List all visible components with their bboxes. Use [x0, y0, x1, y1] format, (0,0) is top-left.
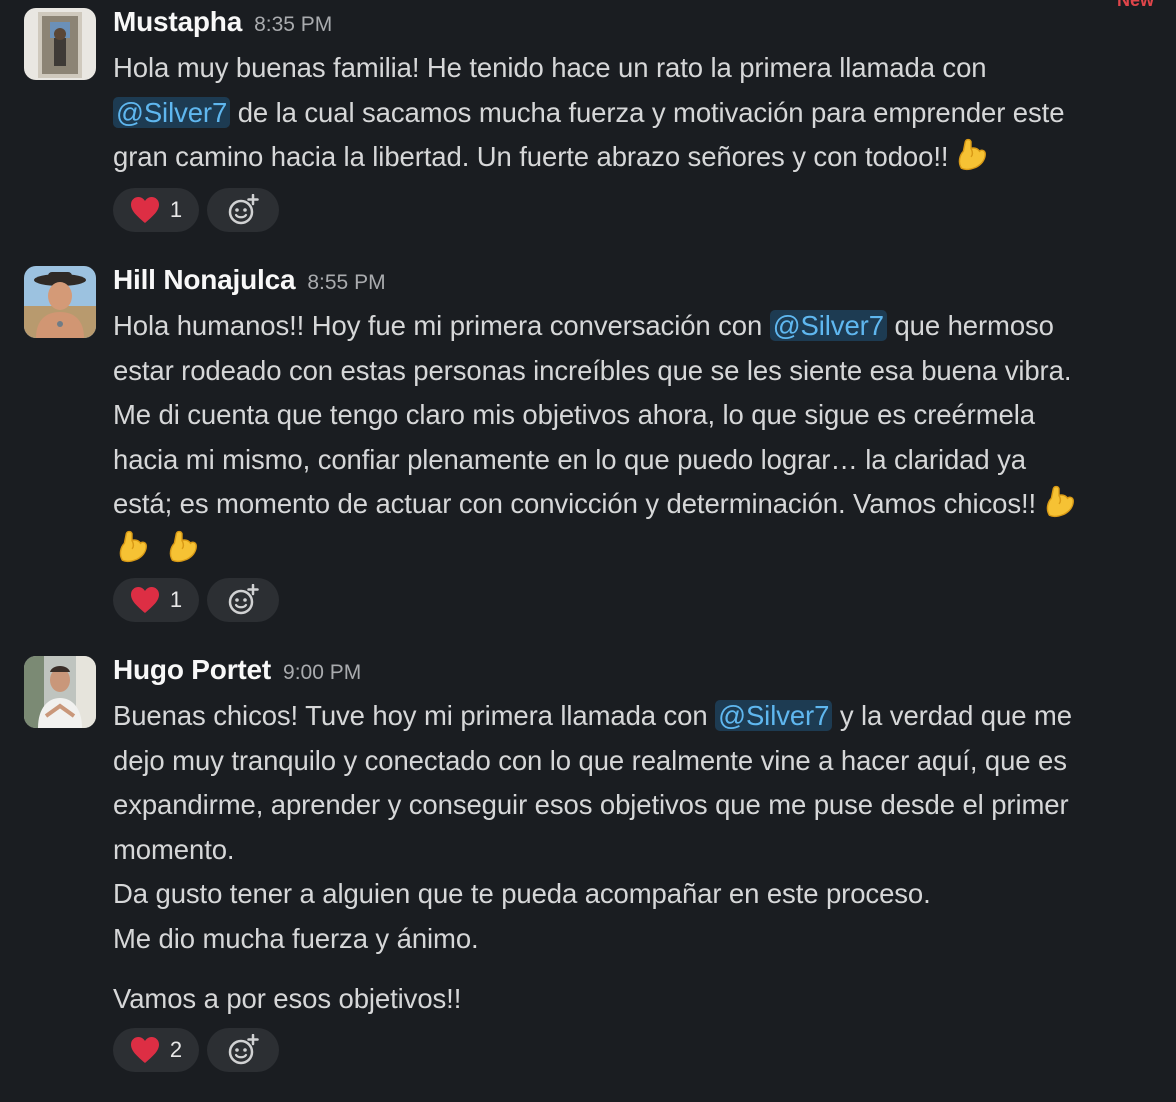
message-hugo-portet[interactable]: Hugo Portet 9:00 PM Buenas chicos! Tuve h…: [0, 648, 1176, 1088]
reaction-count: 2: [169, 1037, 183, 1062]
add-reaction-icon: [227, 194, 259, 226]
red-heart-icon: [130, 1036, 160, 1064]
author-name[interactable]: Hill Nonajulca: [113, 264, 296, 295]
avatar[interactable]: [24, 8, 96, 80]
mention-link[interactable]: @Silver7: [715, 700, 833, 731]
red-heart-icon: [130, 586, 160, 614]
flexed-biceps-icon: [113, 528, 151, 566]
add-reaction-button[interactable]: [207, 578, 279, 622]
add-reaction-icon: [227, 1034, 259, 1066]
message-feed: New Mustapha 8:35 PM Hola muy buenas fami…: [0, 0, 1176, 1102]
message-mustapha[interactable]: Mustapha 8:35 PM Hola muy buenas familia!…: [0, 0, 1176, 250]
flexed-biceps-icon: [163, 528, 201, 566]
red-heart-icon: [130, 196, 160, 224]
add-reaction-icon: [227, 584, 259, 616]
message-text: Hola humanos!! Hoy fue mi primera conver…: [113, 304, 1168, 571]
reaction-count: 1: [169, 197, 183, 222]
flexed-biceps-icon: [952, 136, 990, 174]
author-name[interactable]: Hugo Portet: [113, 654, 271, 685]
add-reaction-button[interactable]: [207, 188, 279, 232]
mention-link[interactable]: @Silver7: [769, 310, 887, 341]
message-text: Buenas chicos! Tuve hoy mi primera llama…: [113, 700, 1072, 1014]
timestamp[interactable]: 8:35 PM: [254, 13, 332, 36]
reaction-heart-button[interactable]: 2: [113, 1028, 199, 1072]
mention-link[interactable]: @Silver7: [113, 96, 231, 128]
timestamp[interactable]: 8:55 PM: [307, 271, 385, 294]
reaction-heart-button[interactable]: 1: [113, 188, 199, 232]
timestamp[interactable]: 9:00 PM: [283, 661, 361, 684]
flexed-biceps-icon: [1040, 483, 1078, 521]
avatar[interactable]: [24, 266, 96, 338]
message-hill-nonajulca[interactable]: Hill Nonajulca 8:55 PM Hola humanos!! Hoy…: [0, 258, 1176, 638]
add-reaction-button[interactable]: [207, 1028, 279, 1072]
reaction-count: 1: [169, 587, 183, 612]
message-text: Hola muy buenas familia! He tenido hace …: [113, 52, 1065, 174]
author-name[interactable]: Mustapha: [113, 6, 242, 37]
avatar[interactable]: [24, 656, 96, 728]
reaction-heart-button[interactable]: 1: [113, 578, 199, 622]
